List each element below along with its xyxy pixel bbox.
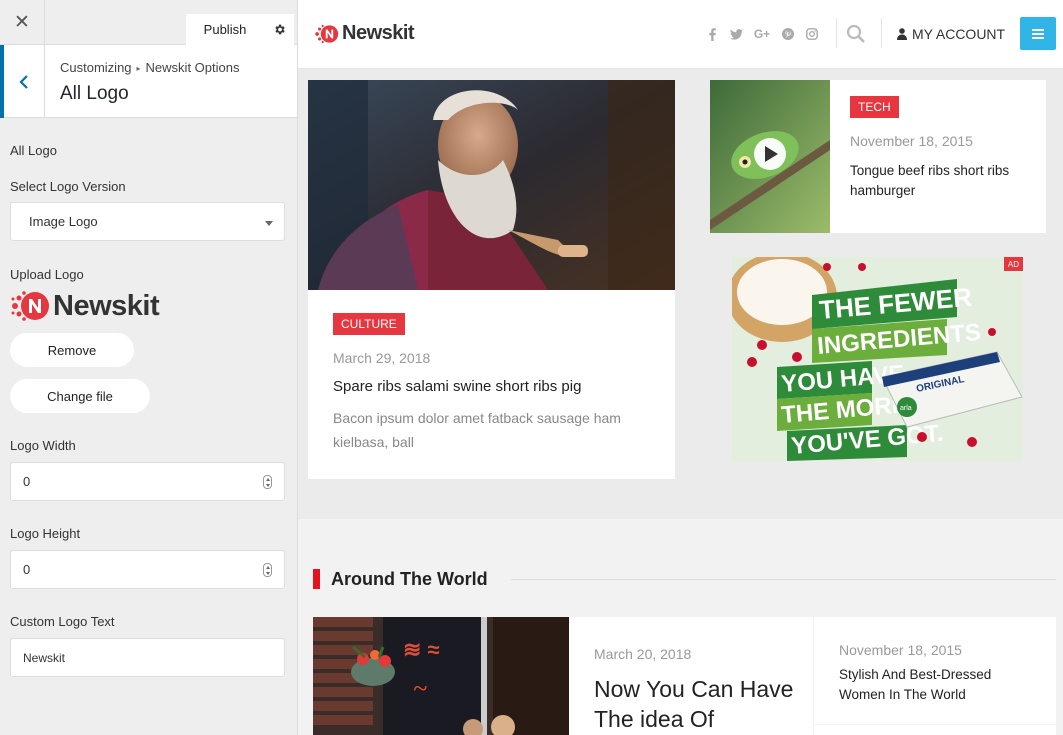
- breadcrumb-root: Customizing: [60, 60, 132, 75]
- ad-banner[interactable]: THE FEWER INGREDIENTS YOU HAVE THE MORE …: [732, 257, 1023, 461]
- section-title: All Logo: [60, 83, 129, 104]
- featured-post-image[interactable]: [308, 80, 675, 290]
- world-side-post: November 18, 2015 Stylish And Best-Dress…: [814, 617, 1056, 724]
- section-heading: Around The World: [331, 569, 488, 589]
- facebook-icon[interactable]: [705, 26, 719, 42]
- world-main-post: March 20, 2018 Now You Can Have The idea…: [569, 617, 813, 735]
- logo-height-field[interactable]: 0: [10, 550, 285, 589]
- my-account-link[interactable]: MY ACCOUNT: [897, 26, 1005, 42]
- publish-settings-button[interactable]: [264, 14, 294, 45]
- google-plus-icon[interactable]: G+: [753, 26, 771, 42]
- post-date: March 29, 2018: [333, 350, 431, 366]
- section-header: Customizing ▸ Newskit Options All Logo: [0, 45, 297, 118]
- logo-width-value: 0: [23, 474, 31, 489]
- customizer-sidebar: ✕ Publish Customizing ▸ Newskit Options Al…: [0, 0, 298, 735]
- breadcrumb-section: Newskit Options: [145, 60, 240, 75]
- post-date: November 18, 2015: [850, 133, 973, 149]
- post-excerpt: Bacon ipsum dolor amet fatback sausage h…: [333, 410, 621, 450]
- category-tag[interactable]: CULTURE: [333, 313, 405, 335]
- logo-width-label: Logo Width: [10, 438, 76, 453]
- uploaded-logo-text: Newskit: [53, 289, 160, 322]
- section-divider: [511, 579, 1056, 580]
- post-title[interactable]: Tongue beef ribs short ribs hamburger: [850, 161, 1030, 201]
- svg-text:≋ ≈: ≋ ≈: [403, 637, 440, 662]
- remove-logo-button[interactable]: Remove: [10, 333, 134, 367]
- post-date: March 20, 2018: [594, 646, 692, 662]
- logo-version-select[interactable]: Image Logo: [10, 202, 285, 241]
- custom-logo-text-field[interactable]: Newskit: [10, 638, 285, 677]
- user-icon: [897, 28, 907, 40]
- upload-logo-label: Upload Logo: [10, 267, 84, 282]
- header-divider: [881, 18, 882, 48]
- logo-width-stepper[interactable]: [263, 475, 272, 489]
- instagram-icon[interactable]: [805, 26, 819, 42]
- breadcrumb-separator-icon: ▸: [136, 64, 141, 73]
- social-links: G+: [705, 26, 819, 42]
- group-label: All Logo: [10, 143, 57, 158]
- chevron-left-icon: [19, 74, 28, 89]
- my-account-label: MY ACCOUNT: [912, 26, 1006, 42]
- logo-height-label: Logo Height: [10, 526, 81, 541]
- breadcrumb: Customizing ▸ Newskit Options: [60, 60, 239, 75]
- ad-product-brand: arla: [900, 405, 912, 412]
- category-tag[interactable]: TECH: [850, 96, 899, 118]
- newskit-logo-icon: [11, 291, 49, 321]
- world-side-post-next: [814, 725, 1056, 735]
- side-post-image[interactable]: [710, 80, 830, 233]
- logo-width-field[interactable]: 0: [10, 462, 285, 501]
- chevron-down-icon: [265, 221, 273, 226]
- custom-logo-text-label: Custom Logo Text: [10, 614, 115, 629]
- side-post-card: TECH November 18, 2015 Tongue beef ribs …: [710, 80, 1046, 233]
- site-logo-text: Newskit: [342, 22, 415, 44]
- logo-version-value: Image Logo: [29, 214, 98, 229]
- uploaded-logo-preview: Newskit: [10, 289, 160, 323]
- site-header: Newskit G+ MY ACCOUNT: [298, 0, 1063, 69]
- post-date: November 18, 2015: [839, 642, 962, 658]
- ad-badge: AD: [1003, 257, 1023, 271]
- section-accent-bar: [313, 569, 320, 589]
- pinterest-icon[interactable]: [781, 26, 795, 42]
- logo-height-value: 0: [23, 562, 31, 577]
- featured-post-card: CULTURE March 29, 2018 Spare ribs salami…: [308, 80, 675, 479]
- site-logo[interactable]: Newskit: [314, 22, 415, 45]
- search-icon[interactable]: [846, 24, 866, 49]
- gear-icon: [274, 24, 285, 35]
- customizer-topbar: ✕ Publish: [0, 0, 297, 45]
- world-post-image[interactable]: ≋ ≈ ~: [313, 617, 569, 735]
- select-logo-version-label: Select Logo Version: [10, 179, 126, 194]
- back-button[interactable]: [0, 45, 45, 118]
- publish-button[interactable]: Publish: [186, 14, 264, 45]
- post-title[interactable]: Stylish And Best-Dressed Women In The Wo…: [839, 665, 1029, 705]
- twitter-icon[interactable]: [729, 26, 743, 42]
- close-customizer-button[interactable]: ✕: [0, 0, 45, 45]
- post-title[interactable]: Spare ribs salami swine short ribs pig: [333, 378, 581, 395]
- newskit-logo-icon: [315, 24, 339, 43]
- site-preview: Newskit G+ MY ACCOUNT CULTURE March 29, …: [298, 0, 1063, 735]
- post-title[interactable]: Now You Can Have The idea Of: [594, 674, 794, 734]
- svg-text:~: ~: [413, 674, 427, 703]
- change-file-button[interactable]: Change file: [10, 379, 150, 413]
- close-icon: ✕: [14, 12, 30, 33]
- logo-height-stepper[interactable]: [263, 563, 272, 577]
- custom-logo-text-placeholder: Newskit: [23, 650, 66, 665]
- hamburger-icon: [1032, 28, 1044, 39]
- header-divider: [836, 18, 837, 48]
- menu-button[interactable]: [1020, 17, 1056, 50]
